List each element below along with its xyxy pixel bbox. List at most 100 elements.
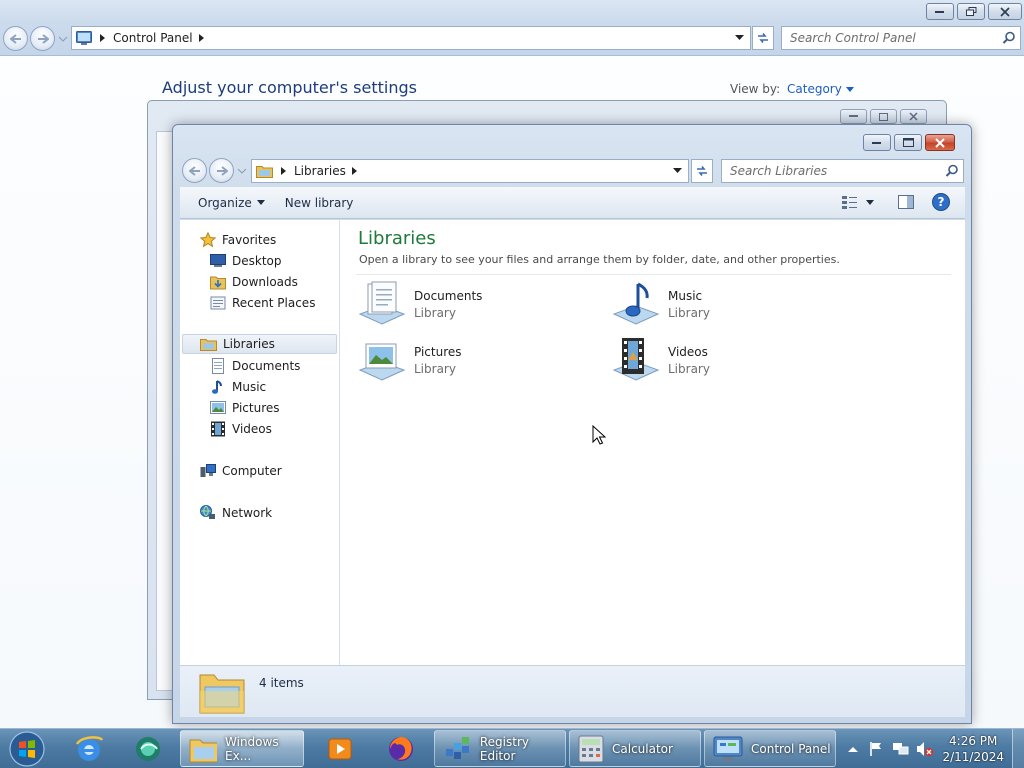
- nav-pictures[interactable]: Pictures: [210, 398, 280, 418]
- cp-address-bar[interactable]: Control Panel: [71, 26, 751, 50]
- libraries-description: Open a library to see your files and arr…: [359, 253, 840, 266]
- library-item-documents[interactable]: Documents Library: [358, 280, 482, 328]
- taskbar-label: Windows Ex...: [225, 734, 279, 763]
- music-library-icon: [612, 282, 660, 325]
- library-item-videos[interactable]: Videos Library: [612, 336, 710, 384]
- close-button[interactable]: [925, 134, 955, 151]
- organize-menu[interactable]: Organize: [188, 196, 275, 210]
- close-icon: [935, 137, 945, 148]
- breadcrumb-chevron-icon[interactable]: [351, 167, 357, 175]
- back-button[interactable]: [182, 158, 207, 183]
- refresh-icon: [758, 33, 768, 43]
- library-name: Documents: [414, 288, 483, 303]
- nav-downloads-label: Downloads: [232, 275, 298, 289]
- forward-button[interactable]: [209, 158, 234, 183]
- windows-start-icon: [9, 730, 45, 767]
- globe-app-icon: [136, 737, 160, 761]
- taskbar-registry-editor[interactable]: Registry Editor: [434, 730, 566, 767]
- lib-search-input[interactable]: Search Libraries: [721, 159, 964, 183]
- address-dropdown-icon[interactable]: [735, 35, 744, 41]
- header-divider: [356, 274, 951, 275]
- action-center-flag-icon[interactable]: [868, 741, 884, 757]
- maximize-button[interactable]: [894, 134, 922, 151]
- system-tray: 4:26 PM 2/11/2024: [848, 729, 1024, 768]
- nav-libraries-label: Libraries: [223, 337, 275, 351]
- internet-explorer-pin[interactable]: [62, 731, 116, 767]
- restore-button[interactable]: [957, 3, 985, 20]
- libraries-caption-buttons: [863, 134, 955, 151]
- recent-pages-icon[interactable]: [237, 167, 247, 175]
- minimize-button[interactable]: [840, 109, 867, 124]
- libraries-folder-icon: [256, 164, 273, 178]
- refresh-button[interactable]: [691, 159, 713, 183]
- breadcrumb-chevron-icon[interactable]: [198, 34, 204, 42]
- taskbar-control-panel[interactable]: Control Panel: [704, 730, 836, 767]
- library-name: Music: [668, 288, 703, 303]
- search-icon[interactable]: [1002, 31, 1016, 45]
- address-dropdown-icon[interactable]: [673, 168, 682, 174]
- pictures-library-icon: [358, 343, 406, 381]
- media-player-pin[interactable]: [313, 731, 367, 767]
- chevron-down-icon: [256, 200, 265, 205]
- nav-network[interactable]: Network: [200, 503, 272, 523]
- view-by-dropdown[interactable]: Category: [787, 82, 854, 96]
- recent-pages-icon[interactable]: [58, 35, 68, 43]
- refresh-button[interactable]: [752, 26, 774, 50]
- view-by-label: View by:: [730, 82, 781, 96]
- forward-button[interactable]: [30, 26, 55, 51]
- volume-muted-icon[interactable]: [916, 741, 934, 757]
- network-status-icon[interactable]: [892, 741, 910, 757]
- new-library-label: New library: [284, 195, 354, 210]
- nav-recent-places[interactable]: Recent Places: [210, 293, 315, 313]
- back-button[interactable]: [3, 26, 28, 51]
- chevron-down-icon: [866, 199, 874, 205]
- nav-downloads[interactable]: Downloads: [210, 272, 298, 292]
- lib-address-bar[interactable]: Libraries: [251, 159, 689, 183]
- preview-pane-button[interactable]: [898, 195, 914, 209]
- documents-library-icon: [358, 281, 406, 325]
- close-button[interactable]: [900, 109, 927, 124]
- help-button[interactable]: ?: [932, 193, 950, 211]
- firefox-pin[interactable]: [374, 731, 428, 767]
- svg-text:?: ?: [938, 195, 945, 209]
- item-count: 4 items: [259, 676, 304, 690]
- library-item-music[interactable]: Music Library: [612, 280, 710, 328]
- maximize-button[interactable]: [870, 109, 897, 124]
- change-view-button[interactable]: [842, 195, 874, 209]
- nav-videos[interactable]: Videos: [210, 419, 272, 439]
- nav-favorites[interactable]: Favorites: [200, 230, 276, 250]
- show-hidden-icons-icon[interactable]: [848, 745, 859, 753]
- music-icon: [212, 380, 222, 394]
- cp-search-input[interactable]: Search Control Panel: [781, 26, 1021, 50]
- explorer-content: Favorites Desktop Downloads Recent Place…: [180, 220, 965, 665]
- taskbar-calculator[interactable]: Calculator: [569, 730, 701, 767]
- nav-documents[interactable]: Documents: [210, 356, 300, 376]
- search-icon[interactable]: [945, 164, 959, 178]
- new-library-button[interactable]: New library: [275, 196, 364, 210]
- minimize-button[interactable]: [863, 134, 891, 151]
- taskbar: Windows Ex... Registry Editor Calculator…: [0, 728, 1024, 768]
- clock[interactable]: 4:26 PM 2/11/2024: [942, 733, 1004, 765]
- library-item-pictures[interactable]: Pictures Library: [358, 336, 462, 384]
- show-desktop-button[interactable]: [1012, 729, 1024, 768]
- start-button[interactable]: [4, 730, 50, 767]
- nav-music[interactable]: Music: [210, 377, 266, 397]
- nav-libraries[interactable]: Libraries: [182, 334, 337, 354]
- nav-computer[interactable]: Computer: [200, 461, 282, 481]
- nav-desktop[interactable]: Desktop: [210, 251, 282, 271]
- control-panel-chrome: Control Panel Search Control Panel: [0, 0, 1024, 56]
- media-app-pin[interactable]: [121, 731, 175, 767]
- library-name: Videos: [668, 344, 708, 359]
- minimize-button[interactable]: [926, 3, 954, 20]
- star-icon: [200, 232, 216, 248]
- library-type: Library: [668, 361, 710, 376]
- clock-time: 4:26 PM: [949, 733, 998, 748]
- breadcrumb-libraries[interactable]: Libraries: [294, 164, 346, 178]
- breadcrumb-control-panel[interactable]: Control Panel: [113, 31, 193, 45]
- command-bar: Organize New library ?: [180, 187, 965, 219]
- library-type: Library: [414, 305, 456, 320]
- library-type: Library: [414, 361, 456, 376]
- videos-library-icon: [612, 338, 660, 381]
- close-button[interactable]: [988, 3, 1022, 20]
- taskbar-windows-explorer[interactable]: Windows Ex...: [180, 730, 304, 767]
